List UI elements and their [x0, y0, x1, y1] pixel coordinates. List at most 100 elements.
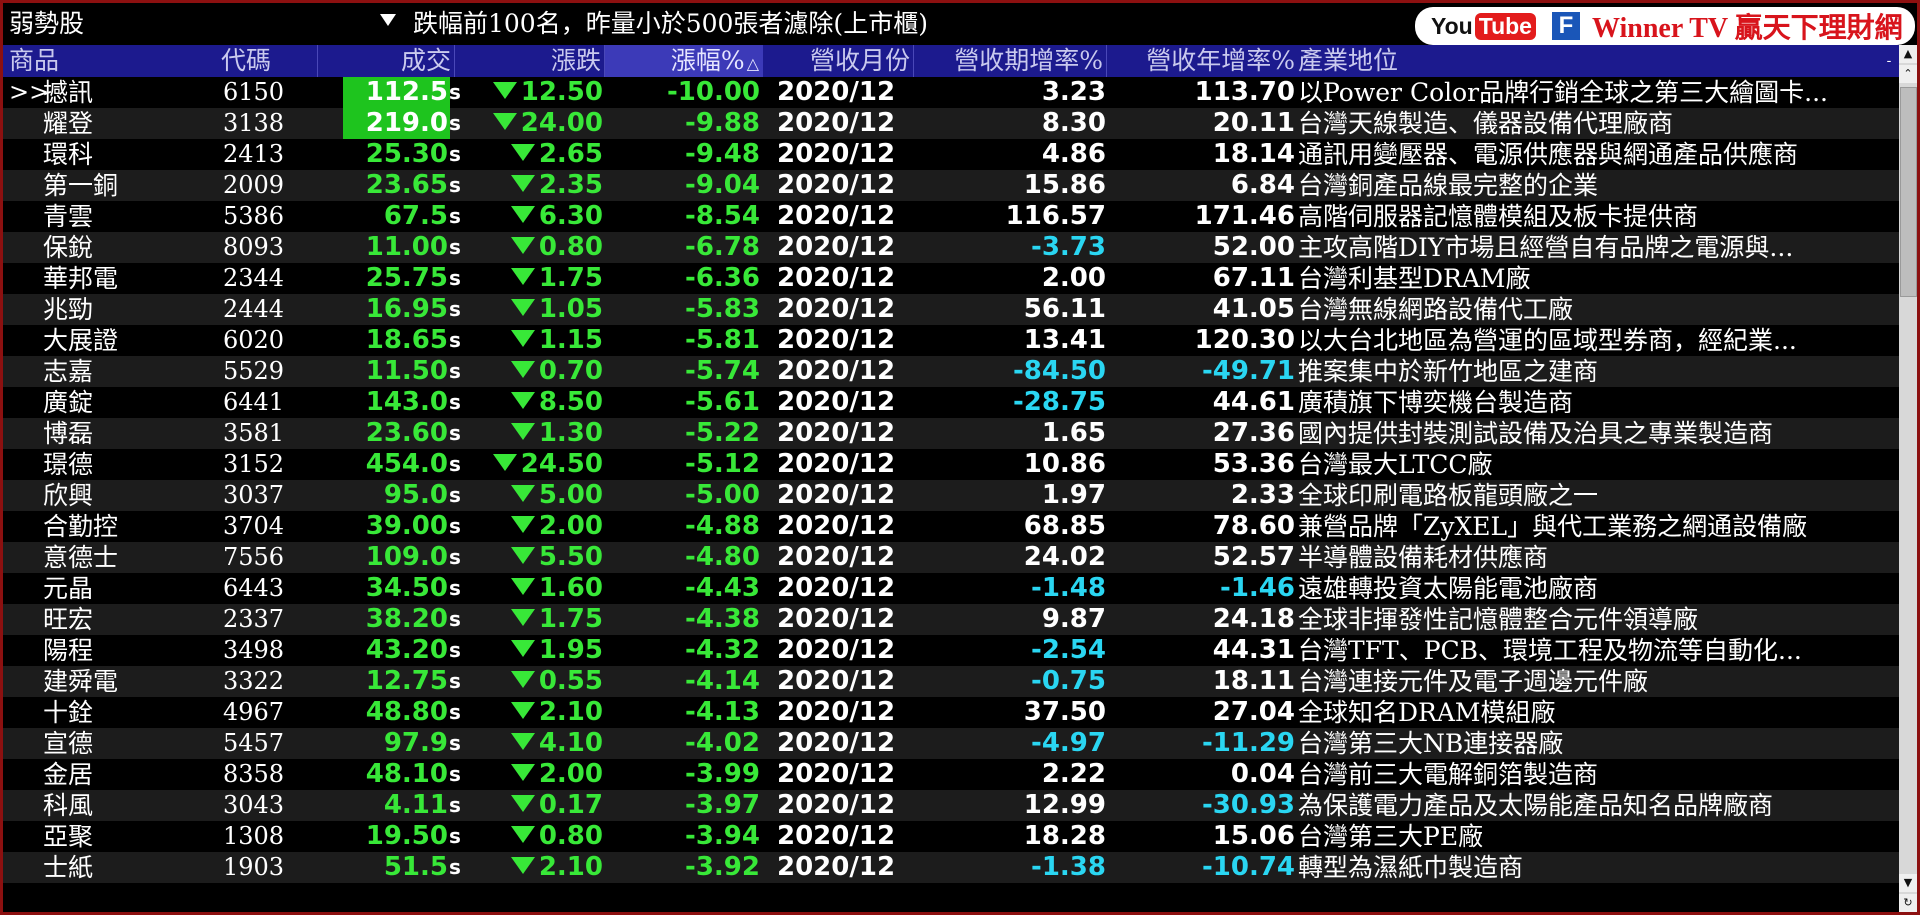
row-pointer: [9, 294, 43, 325]
table-row[interactable]: 耀登 3138 219.0 s 24.00 -9.88 2020/12 8.30 20.11 台灣…: [3, 108, 1899, 139]
col-header-industry[interactable]: 產業地位: [1298, 45, 1798, 77]
table-row[interactable]: 第一銅 2009 23.65 s 2.35 -9.04 2020/12 15.86 6.84 台灣…: [3, 170, 1899, 201]
table-row[interactable]: 青雲 5386 67.5 s 6.30 -8.54 2020/12 116.57 171.46 高…: [3, 201, 1899, 232]
industry-position: 全球非揮發性記憶體整合元件領導廠: [1298, 605, 1699, 634]
last-price: 12.75: [365, 666, 448, 696]
change-percent: -9.04: [685, 170, 760, 200]
industry-position: 台灣第三大NB連接器廠: [1298, 729, 1564, 758]
table-row[interactable]: 璟德 3152 454.0 s 24.50 -5.12 2020/12 10.86 53.36 台…: [3, 449, 1899, 480]
stock-name[interactable]: 耀登: [43, 108, 213, 139]
col-header-mom[interactable]: 營收期增率%: [913, 45, 1107, 77]
filter-title[interactable]: 跌幅前100名，昨量小於500張者濾除(上市櫃): [413, 9, 928, 39]
table-row[interactable]: 金居 8358 48.10 s 2.00 -3.99 2020/12 2.22 0.04 台灣前三…: [3, 759, 1899, 790]
col-header-month[interactable]: 營收月份: [763, 45, 914, 77]
table-row[interactable]: 欣興 3037 95.0 s 5.00 -5.00 2020/12 1.97 2.33 全球印刷電…: [3, 480, 1899, 511]
table-row[interactable]: 志嘉 5529 11.50 s 0.70 -5.74 2020/12 -84.50 -49.71…: [3, 356, 1899, 387]
last-price: 23.60: [365, 418, 448, 448]
col-header-price[interactable]: 成交: [318, 45, 455, 77]
revenue-month: 2020/12: [777, 759, 896, 789]
col-header-yoy[interactable]: 營收年增率%: [1107, 45, 1297, 77]
revenue-month: 2020/12: [777, 821, 896, 851]
stock-name[interactable]: 兆勁: [43, 294, 213, 325]
table-row[interactable]: 宣德 5457 97.9 s 4.10 -4.02 2020/12 -4.97 -11.29 台灣…: [3, 728, 1899, 759]
down-triangle-icon: [510, 237, 535, 254]
stock-name[interactable]: 士紙: [43, 852, 213, 883]
price-change-value: 2.00: [538, 759, 603, 789]
stock-name[interactable]: 合勤控: [43, 511, 213, 542]
stock-name[interactable]: 元晶: [43, 573, 213, 604]
table-row[interactable]: 陽程 3498 43.20 s 1.95 -4.32 2020/12 -2.54 44.31 台灣…: [3, 635, 1899, 666]
price-change-value: 1.30: [538, 418, 603, 448]
revenue-month: 2020/12: [777, 573, 896, 603]
stock-name[interactable]: 廣錠: [43, 387, 213, 418]
stock-name[interactable]: 十銓: [43, 697, 213, 728]
col-header-code[interactable]: 代碼: [221, 45, 318, 77]
row-pointer: [9, 759, 43, 790]
table-row[interactable]: 元晶 6443 34.50 s 1.60 -4.43 2020/12 -1.48 -1.46 遠雄…: [3, 573, 1899, 604]
table-row[interactable]: 華邦電 2344 25.75 s 1.75 -6.36 2020/12 2.00 67.11 台灣…: [3, 263, 1899, 294]
table-row[interactable]: 士紙 1903 51.5 s 2.10 -3.92 2020/12 -1.38 -10.74 轉型…: [3, 852, 1899, 883]
scroll-up-double-arrow-icon[interactable]: ⌃: [1899, 65, 1917, 83]
revenue-yoy: 20.11: [1212, 108, 1295, 138]
revenue-month: 2020/12: [777, 635, 896, 665]
stock-name[interactable]: 保銳: [43, 232, 213, 263]
price-flag: s: [449, 700, 461, 724]
price-flag: s: [449, 793, 461, 817]
col-header-change[interactable]: 漲跌: [455, 45, 605, 77]
scrollbar-thumb[interactable]: [1900, 87, 1917, 297]
table-row[interactable]: 大展證 6020 18.65 s 1.15 -5.81 2020/12 13.41 120.30…: [3, 325, 1899, 356]
table-row[interactable]: 亞聚 1308 19.50 s 0.80 -3.94 2020/12 18.28 15.06 台灣…: [3, 821, 1899, 852]
scroll-up-arrow-icon[interactable]: ▲: [1899, 45, 1917, 63]
scroll-down-arrow-icon[interactable]: ▼: [1899, 874, 1917, 892]
winner-tv-banner[interactable]: You Tube F Winner TV 贏天下理財網: [1415, 7, 1915, 45]
stock-name[interactable]: 金居: [43, 759, 213, 790]
table-row[interactable]: 旺宏 2337 38.20 s 1.75 -4.38 2020/12 9.87 24.18 全球非…: [3, 604, 1899, 635]
price-flag: s: [449, 235, 461, 259]
col-header-pct[interactable]: 漲幅% △: [605, 45, 763, 77]
stock-name[interactable]: 亞聚: [43, 821, 213, 852]
row-pointer: [9, 232, 43, 263]
table-row[interactable]: >> 撼訊 6150 112.5 s 12.50 -10.00 2020/12 3.23 113.…: [3, 77, 1899, 108]
stock-name[interactable]: 華邦電: [43, 263, 213, 294]
price-change: 1.05: [479, 294, 603, 325]
stock-name[interactable]: 博磊: [43, 418, 213, 449]
change-percent: -4.02: [685, 728, 760, 758]
stock-name[interactable]: 璟德: [43, 449, 213, 480]
stock-name[interactable]: 宣德: [43, 728, 213, 759]
revenue-mom: 2.00: [1041, 263, 1106, 293]
row-pointer: [9, 449, 43, 480]
stock-name[interactable]: 撼訊: [43, 77, 213, 108]
price-change: 2.10: [479, 697, 603, 728]
stock-name[interactable]: 欣興: [43, 480, 213, 511]
stock-name[interactable]: 旺宏: [43, 604, 213, 635]
stock-name[interactable]: 意德士: [43, 542, 213, 573]
industry-position: 台灣TFT、PCB、環境工程及物流等自動化...: [1298, 636, 1802, 665]
table-row[interactable]: 建舜電 3322 12.75 s 0.55 -4.14 2020/12 -0.75 18.11 台…: [3, 666, 1899, 697]
youtube-logo-icon[interactable]: You Tube: [1431, 12, 1536, 40]
price-change: 12.50: [479, 77, 603, 108]
stock-name[interactable]: 青雲: [43, 201, 213, 232]
facebook-logo-icon[interactable]: F: [1551, 12, 1580, 40]
stock-name[interactable]: 第一銅: [43, 170, 213, 201]
revenue-yoy: 67.11: [1212, 263, 1295, 293]
table-row[interactable]: 環科 2413 25.30 s 2.65 -9.48 2020/12 4.86 18.14 通訊用…: [3, 139, 1899, 170]
stock-name[interactable]: 陽程: [43, 635, 213, 666]
table-row[interactable]: 廣錠 6441 143.0 s 8.50 -5.61 2020/12 -28.75 44.61 廣…: [3, 387, 1899, 418]
table-row[interactable]: 保銳 8093 11.00 s 0.80 -6.78 2020/12 -3.73 52.00 主攻…: [3, 232, 1899, 263]
table-row[interactable]: 合勤控 3704 39.00 s 2.00 -4.88 2020/12 68.85 78.60 兼…: [3, 511, 1899, 542]
stock-name[interactable]: 志嘉: [43, 356, 213, 387]
table-row[interactable]: 博磊 3581 23.60 s 1.30 -5.22 2020/12 1.65 27.36 國內提…: [3, 418, 1899, 449]
table-row[interactable]: 兆勁 2444 16.95 s 1.05 -5.83 2020/12 56.11 41.05 台灣…: [3, 294, 1899, 325]
dropdown-arrow-icon[interactable]: [380, 14, 396, 26]
table-row[interactable]: 科風 3043 4.11 s 0.17 -3.97 2020/12 12.99 -30.93 為保…: [3, 790, 1899, 821]
stock-name[interactable]: 科風: [43, 790, 213, 821]
stock-name[interactable]: 建舜電: [43, 666, 213, 697]
refresh-icon[interactable]: ↻: [1899, 894, 1917, 912]
stock-name[interactable]: 環科: [43, 139, 213, 170]
col-header-name[interactable]: 商品: [9, 45, 179, 77]
table-row[interactable]: 意德士 7556 109.0 s 5.50 -4.80 2020/12 24.02 52.57 半…: [3, 542, 1899, 573]
column-settings-icon[interactable]: -: [1879, 45, 1899, 77]
vertical-scrollbar[interactable]: ▲ ⌃ ▼ ↻: [1899, 45, 1917, 912]
table-row[interactable]: 十銓 4967 48.80 s 2.10 -4.13 2020/12 37.50 27.04 全球…: [3, 697, 1899, 728]
stock-name[interactable]: 大展證: [43, 325, 213, 356]
